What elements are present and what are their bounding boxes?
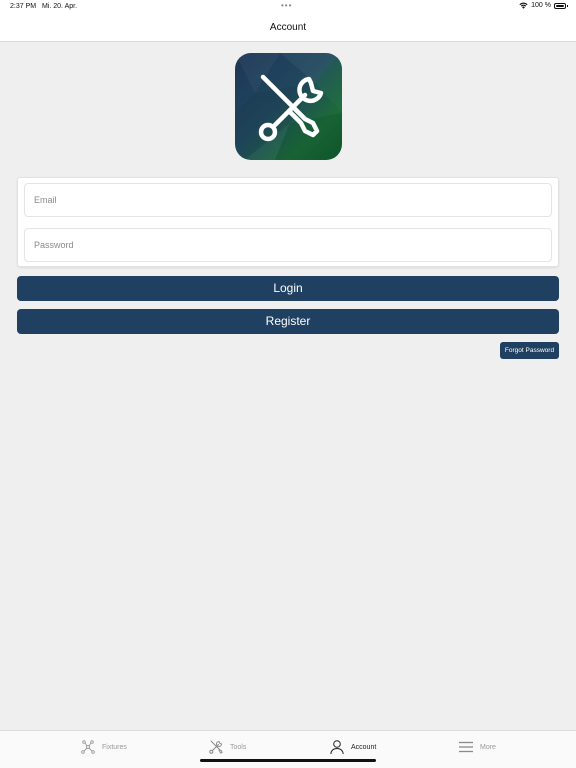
tab-more-label: More	[480, 743, 496, 751]
home-indicator	[200, 759, 376, 762]
login-button[interactable]: Login	[17, 276, 559, 301]
forgot-password-button[interactable]: Forgot Password	[500, 342, 559, 359]
status-bar: 2:37 PM Mi. 20. Apr. ••• 100 %	[0, 0, 576, 14]
status-time: 2:37 PM	[10, 3, 37, 10]
tab-tools-label: Tools	[230, 743, 247, 751]
page-title: Account	[269, 22, 307, 33]
battery-icon	[554, 2, 568, 9]
tools-icon	[209, 740, 223, 754]
password-field[interactable]	[24, 228, 552, 262]
multitasking-dots-icon[interactable]: •••	[281, 1, 292, 10]
menu-icon	[459, 741, 473, 753]
battery-percent: 100 %	[531, 2, 551, 9]
login-form	[17, 177, 559, 267]
tab-more[interactable]: More	[458, 737, 496, 757]
register-button[interactable]: Register	[17, 309, 559, 334]
tab-account-label: Account	[351, 743, 377, 751]
tab-account[interactable]: Account	[329, 737, 376, 757]
tab-bar: Fixtures Tools Account More	[0, 730, 576, 768]
email-field[interactable]	[24, 183, 552, 217]
tab-fixtures[interactable]: Fixtures	[80, 737, 127, 757]
tab-tools[interactable]: Tools	[208, 737, 246, 757]
fixtures-icon	[81, 740, 95, 754]
wrench-screwdriver-icon	[235, 53, 342, 160]
status-right: 100 %	[519, 2, 568, 9]
tab-fixtures-label: Fixtures	[102, 743, 127, 751]
app-logo	[235, 53, 342, 160]
status-date: Mi. 20. Apr.	[42, 3, 78, 10]
person-icon	[330, 740, 344, 755]
wifi-icon	[519, 2, 528, 9]
navigation-bar: Account	[0, 14, 576, 42]
